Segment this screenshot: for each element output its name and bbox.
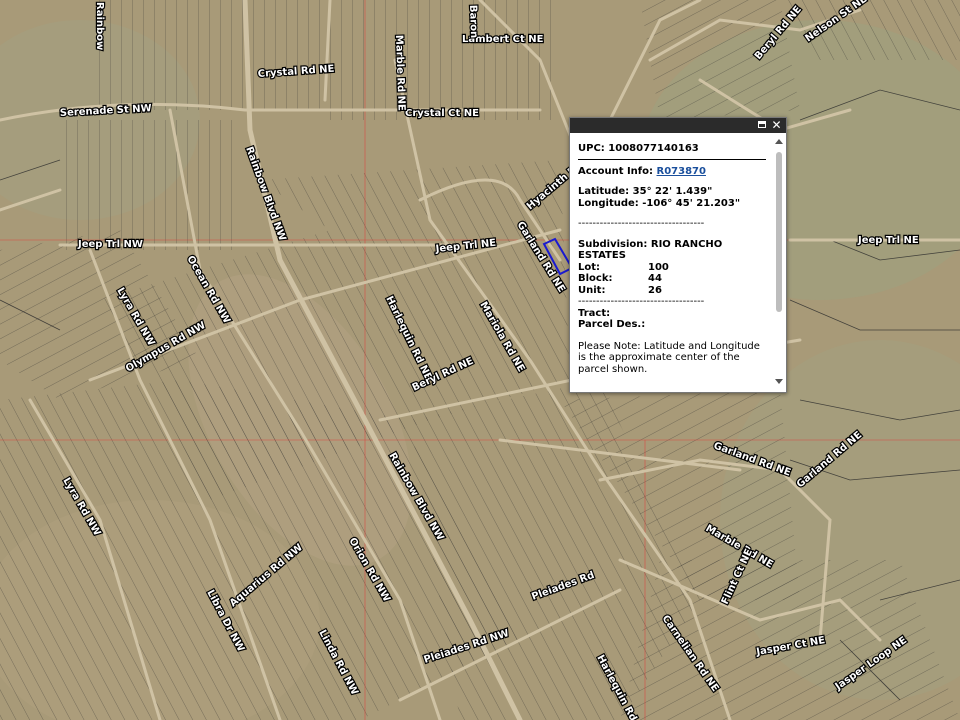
account-link[interactable]: R073870 bbox=[657, 166, 706, 177]
popup-titlebar: ✕ bbox=[570, 118, 786, 133]
latitude-label: Latitude: bbox=[578, 186, 630, 197]
unit-line: Unit: 26 bbox=[578, 285, 766, 297]
road-label: Crystal Ct NE bbox=[405, 108, 479, 119]
upc-value: 1008077140163 bbox=[608, 143, 699, 154]
account-label: Account Info: bbox=[578, 165, 654, 177]
unit-value: 26 bbox=[648, 284, 662, 296]
subdivision-line: Subdivision: RIO RANCHO ESTATES bbox=[578, 239, 766, 262]
lot-line: Lot: 100 bbox=[578, 262, 766, 274]
upc-label: UPC: bbox=[578, 143, 605, 154]
tract-label: Tract: bbox=[578, 307, 611, 319]
close-icon[interactable]: ✕ bbox=[770, 119, 783, 132]
dashed-divider: ----------------------------------- bbox=[578, 296, 705, 307]
longitude-value: -106° 45' 21.203" bbox=[642, 197, 741, 209]
scroll-up-icon[interactable] bbox=[775, 139, 783, 144]
upc-line: UPC: 1008077140163 bbox=[578, 143, 766, 155]
longitude-line: Longitude: -106° 45' 21.203" bbox=[578, 198, 766, 210]
lot-value: 100 bbox=[648, 261, 669, 273]
road-label: Jeep Trl NE bbox=[857, 235, 919, 246]
account-line: Account Info: R073870 bbox=[578, 166, 766, 178]
road-label: Baron bbox=[467, 5, 479, 39]
parcel-map[interactable]: Lambert Ct NE Crystal Rd NE Crystal Ct N… bbox=[0, 0, 960, 720]
dashed-divider: ----------------------------------- bbox=[578, 218, 705, 229]
coordinate-note: Please Note: Latitude and Longitude is t… bbox=[578, 340, 760, 375]
block-value: 44 bbox=[648, 273, 662, 284]
longitude-label: Longitude: bbox=[578, 197, 639, 209]
parcel-des-label: Parcel Des.: bbox=[578, 319, 646, 330]
parcel-info-popup: ✕ UPC: 1008077140163 Account Info: R0738… bbox=[569, 117, 787, 393]
block-label: Block: bbox=[578, 273, 613, 284]
block-line: Block: 44 bbox=[578, 273, 766, 285]
scroll-thumb[interactable] bbox=[776, 152, 782, 312]
unit-label: Unit: bbox=[578, 284, 606, 296]
road-label: Jeep Trl NW bbox=[77, 239, 143, 250]
popup-content: UPC: 1008077140163 Account Info: R073870… bbox=[578, 143, 766, 385]
divider bbox=[578, 158, 766, 160]
popup-scrollbar[interactable] bbox=[774, 137, 784, 387]
scroll-down-icon[interactable] bbox=[775, 379, 783, 384]
road-label: Rainbow bbox=[94, 2, 105, 50]
lot-label: Lot: bbox=[578, 261, 601, 273]
maximize-icon[interactable] bbox=[755, 119, 768, 132]
subdivision-label: Subdivision: bbox=[578, 238, 648, 250]
latitude-line: Latitude: 35° 22' 1.439" bbox=[578, 186, 766, 198]
latitude-value: 35° 22' 1.439" bbox=[632, 186, 713, 197]
